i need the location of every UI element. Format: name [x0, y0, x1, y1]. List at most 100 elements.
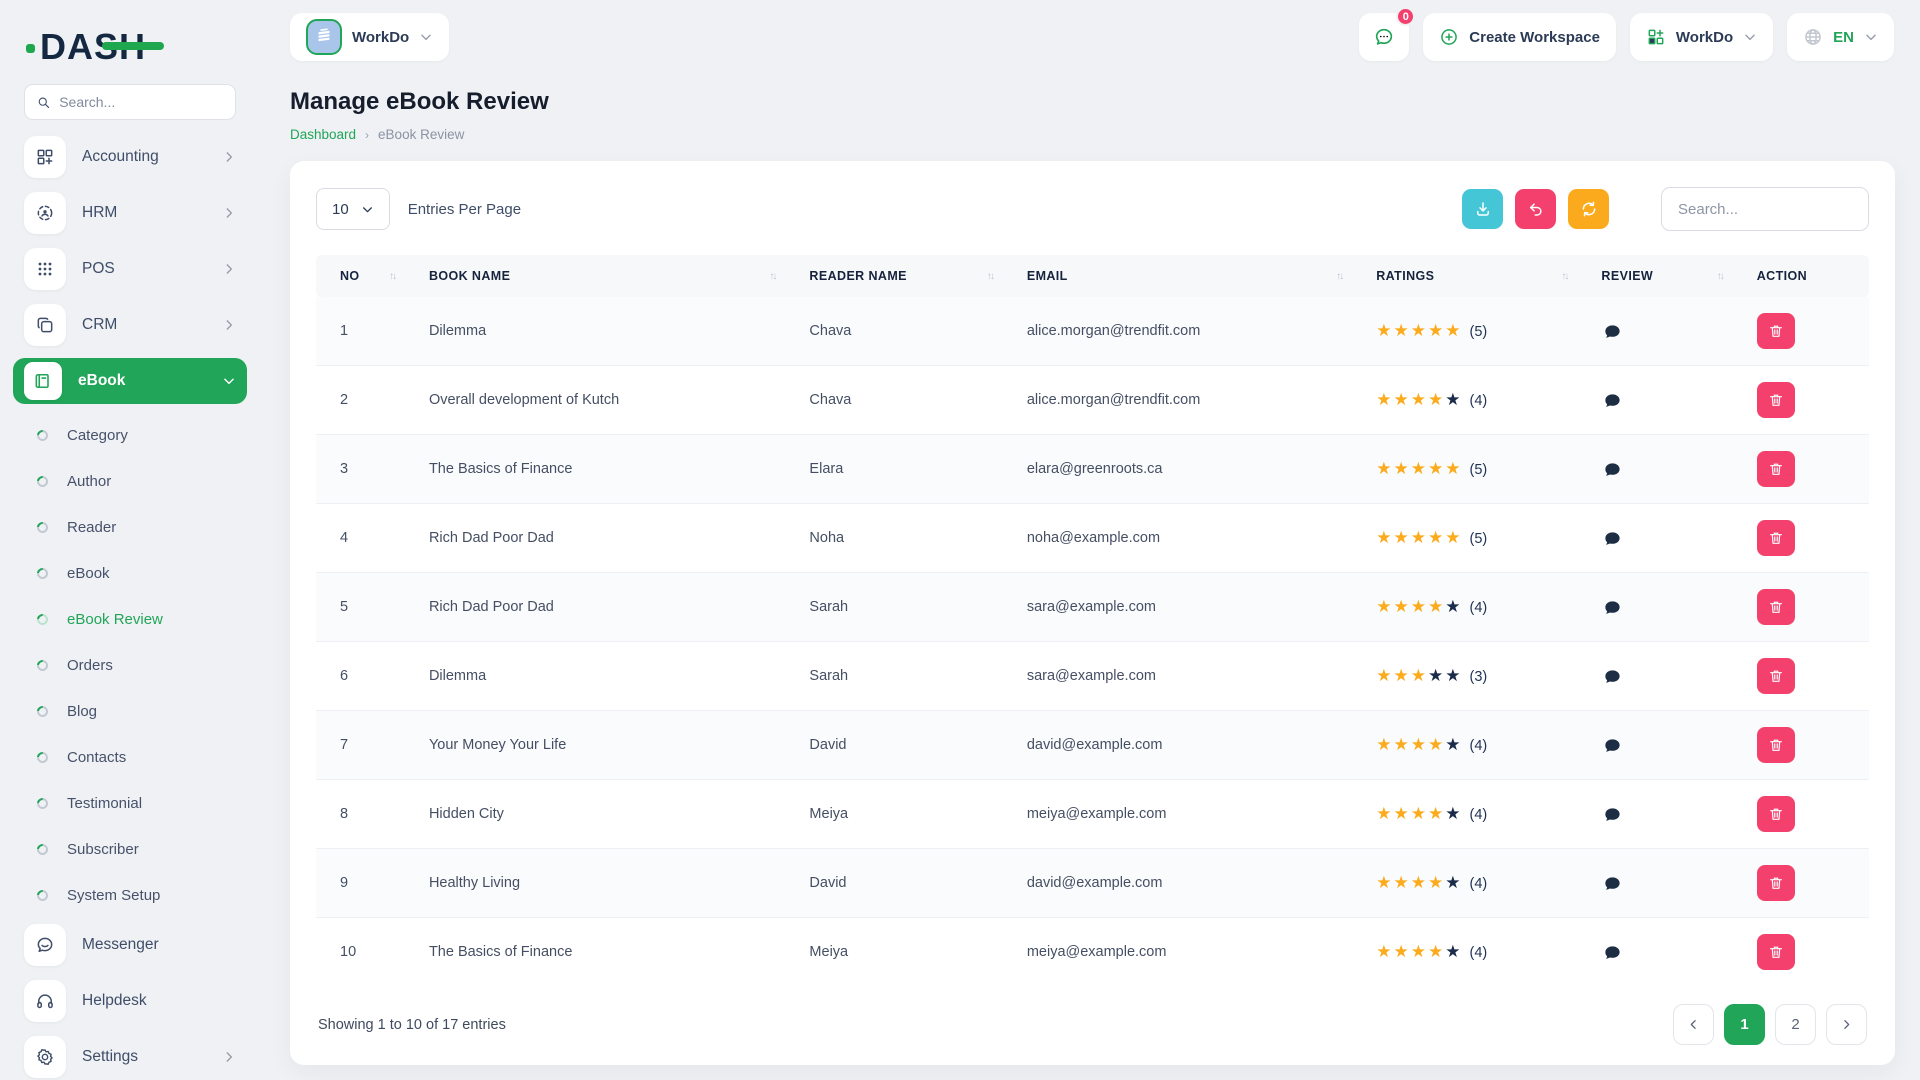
sidebar-item-settings[interactable]: Settings	[24, 1034, 236, 1080]
review-comment-button[interactable]	[1601, 527, 1624, 550]
delete-button[interactable]	[1757, 313, 1795, 349]
language-selector[interactable]: EN	[1787, 13, 1894, 61]
delete-button[interactable]	[1757, 658, 1795, 694]
column-header-ratings[interactable]: RATINGS↑↓	[1364, 255, 1589, 297]
breadcrumb-dashboard-link[interactable]: Dashboard	[290, 127, 356, 142]
plus-circle-icon	[1439, 27, 1459, 47]
comment-icon	[1603, 943, 1622, 962]
export-button[interactable]	[1462, 189, 1503, 229]
review-comment-button[interactable]	[1601, 803, 1624, 826]
cell-review	[1589, 642, 1744, 711]
star-icon: ★	[1394, 873, 1411, 893]
sidebar-item-pos[interactable]: POS	[24, 246, 236, 292]
review-comment-button[interactable]	[1601, 320, 1624, 343]
page-2-button[interactable]: 2	[1775, 1004, 1816, 1045]
star-icon: ★	[1445, 666, 1462, 686]
next-page-button[interactable]	[1826, 1004, 1867, 1045]
sidebar-item-crm[interactable]: CRM	[24, 302, 236, 348]
submenu-item-label: System Setup	[67, 887, 160, 904]
cell-no: 8	[316, 780, 417, 849]
table-header-row: NO↑↓BOOK NAME↑↓READER NAME↑↓EMAIL↑↓RATIN…	[316, 255, 1869, 297]
table-row: 8Hidden CityMeiyameiya@example.com★★★★★(…	[316, 780, 1869, 849]
submenu-item-contacts[interactable]: Contacts	[24, 734, 236, 780]
messages-button[interactable]: 0	[1359, 13, 1409, 61]
refresh-button[interactable]	[1568, 189, 1609, 229]
star-icon: ★	[1411, 942, 1428, 962]
star-icon: ★	[1411, 597, 1428, 617]
submenu-item-system-setup[interactable]: System Setup	[24, 872, 236, 918]
workdo-menu-button[interactable]: WorkDo	[1630, 13, 1773, 61]
globe-icon	[1803, 27, 1823, 47]
delete-button[interactable]	[1757, 589, 1795, 625]
cell-review	[1589, 504, 1744, 573]
search-icon	[37, 95, 50, 110]
workspace-switcher-button[interactable]: WorkDo	[290, 13, 449, 61]
back-button[interactable]	[1515, 189, 1556, 229]
delete-button[interactable]	[1757, 520, 1795, 556]
delete-button[interactable]	[1757, 382, 1795, 418]
review-comment-button[interactable]	[1601, 596, 1624, 619]
sidebar-item-helpdesk[interactable]: Helpdesk	[24, 978, 236, 1024]
star-icon: ★	[1411, 321, 1428, 341]
cell-no: 9	[316, 849, 417, 918]
sort-arrows-icon[interactable]: ↑↓	[769, 271, 785, 282]
review-comment-button[interactable]	[1601, 389, 1624, 412]
review-comment-button[interactable]	[1601, 734, 1624, 757]
review-comment-button[interactable]	[1601, 872, 1624, 895]
apps-grid-icon	[1646, 27, 1666, 47]
submenu-item-blog[interactable]: Blog	[24, 688, 236, 734]
delete-button[interactable]	[1757, 796, 1795, 832]
delete-button[interactable]	[1757, 451, 1795, 487]
submenu-item-testimonial[interactable]: Testimonial	[24, 780, 236, 826]
sort-arrows-icon[interactable]: ↑↓	[1717, 271, 1733, 282]
sort-arrows-icon[interactable]: ↑↓	[1561, 271, 1577, 282]
review-comment-button[interactable]	[1601, 665, 1624, 688]
submenu-item-subscriber[interactable]: Subscriber	[24, 826, 236, 872]
create-workspace-button[interactable]: Create Workspace	[1423, 13, 1616, 61]
comment-icon	[1603, 805, 1622, 824]
submenu-item-label: Reader	[67, 519, 116, 536]
sidebar: DASH Accounting HRM POS CRM eBook	[0, 0, 260, 1080]
table-search-input[interactable]	[1661, 187, 1869, 231]
entries-per-page-select[interactable]: 10	[316, 188, 390, 230]
pagination: 1 2	[1673, 1004, 1867, 1045]
delete-button[interactable]	[1757, 934, 1795, 970]
card-toolbar: 10 Entries Per Page	[316, 187, 1869, 231]
sidebar-search[interactable]	[24, 84, 236, 120]
sort-arrows-icon[interactable]: ↑↓	[1336, 271, 1352, 282]
star-icon: ★	[1428, 390, 1445, 410]
cell-book-name: Rich Dad Poor Dad	[417, 573, 797, 642]
submenu-item-ebook-review[interactable]: eBook Review	[24, 596, 236, 642]
sort-arrows-icon[interactable]: ↑↓	[389, 271, 405, 282]
delete-button[interactable]	[1757, 727, 1795, 763]
column-header-review[interactable]: REVIEW↑↓	[1589, 255, 1744, 297]
column-header-reader-name[interactable]: READER NAME↑↓	[797, 255, 1014, 297]
sidebar-item-hrm[interactable]: HRM	[24, 190, 236, 236]
page-1-button[interactable]: 1	[1724, 1004, 1765, 1045]
submenu-item-reader[interactable]: Reader	[24, 504, 236, 550]
sidebar-search-input[interactable]	[59, 94, 223, 110]
column-header-no[interactable]: NO↑↓	[316, 255, 417, 297]
cell-action	[1745, 435, 1869, 504]
cell-ratings: ★★★★★(3)	[1364, 642, 1589, 711]
column-header-email[interactable]: EMAIL↑↓	[1015, 255, 1364, 297]
table-row: 10The Basics of FinanceMeiyameiya@exampl…	[316, 918, 1869, 987]
cell-book-name: The Basics of Finance	[417, 918, 797, 987]
table-row: 3The Basics of FinanceElaraelara@greenro…	[316, 435, 1869, 504]
submenu-item-author[interactable]: Author	[24, 458, 236, 504]
review-comment-button[interactable]	[1601, 941, 1624, 964]
submenu-item-ebook[interactable]: eBook	[24, 550, 236, 596]
submenu-item-category[interactable]: Category	[24, 412, 236, 458]
prev-page-button[interactable]	[1673, 1004, 1714, 1045]
sidebar-item-messenger[interactable]: Messenger	[24, 922, 236, 968]
sidebar-item-ebook[interactable]: eBook	[13, 358, 247, 404]
column-header-book-name[interactable]: BOOK NAME↑↓	[417, 255, 797, 297]
sidebar-item-accounting[interactable]: Accounting	[24, 134, 236, 180]
star-icon: ★	[1411, 390, 1428, 410]
star-icon: ★	[1376, 804, 1393, 824]
sort-arrows-icon[interactable]: ↑↓	[987, 271, 1003, 282]
submenu-item-orders[interactable]: Orders	[24, 642, 236, 688]
review-comment-button[interactable]	[1601, 458, 1624, 481]
comment-icon	[1603, 529, 1622, 548]
delete-button[interactable]	[1757, 865, 1795, 901]
